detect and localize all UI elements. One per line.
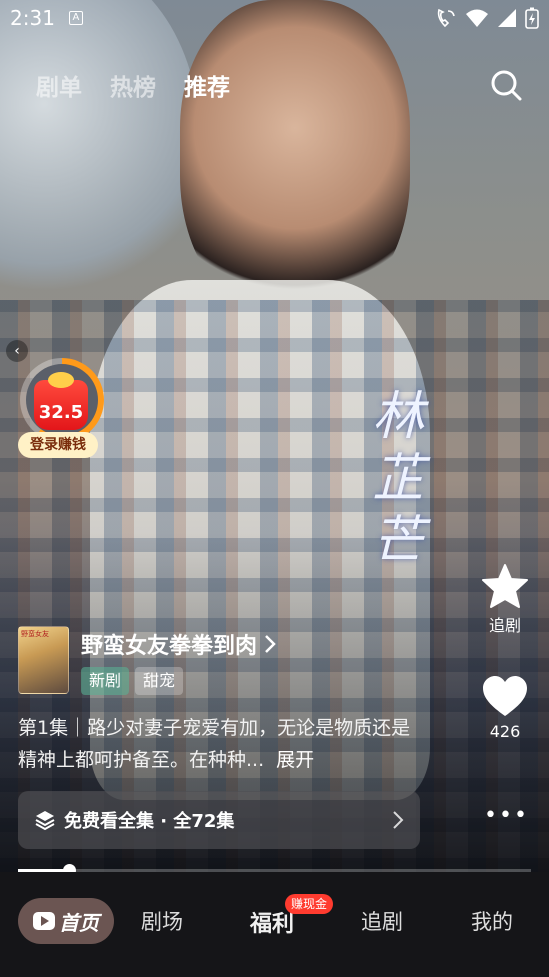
app-notification-icon: A: [68, 11, 83, 25]
watch-all-episodes-button[interactable]: 免费看全集 · 全72集: [18, 791, 420, 849]
signal-icon: [498, 9, 516, 27]
wifi-calling-icon: [437, 8, 455, 28]
nav-home-label: 首页: [59, 910, 99, 935]
drama-title: 野蛮女友拳拳到肉: [81, 634, 258, 659]
search-button[interactable]: [489, 68, 523, 102]
watch-all-episodes-label: 免费看全集 · 全72集: [64, 811, 235, 832]
more-dots-icon: •••: [484, 803, 529, 828]
side-actions: 追剧 426: [474, 560, 536, 741]
tab-playlist[interactable]: 剧单: [36, 68, 82, 102]
search-icon: [491, 70, 522, 101]
video-overlay-text: 林芷芒: [372, 387, 425, 571]
nav-home[interactable]: 首页: [18, 898, 114, 944]
chevron-left-icon: ‹: [14, 343, 20, 359]
drama-description-text: 第1集｜路少对妻子宠爱有加，无论是物质还是精神上都呵护备至。在种种...: [18, 717, 411, 771]
follow-drama-button[interactable]: 追剧: [474, 560, 536, 636]
tag-sweet[interactable]: 甜宠: [135, 667, 184, 695]
tab-recommend[interactable]: 推荐: [184, 68, 230, 102]
star-icon: [482, 564, 528, 608]
nav-follow[interactable]: 追剧: [361, 906, 403, 936]
chevron-right-icon: [265, 635, 276, 653]
video-frame-bubble: [0, 0, 200, 320]
like-count: 426: [489, 722, 521, 741]
nav-theater[interactable]: 剧场: [141, 906, 183, 936]
status-time: 2:31: [10, 6, 55, 30]
more-button[interactable]: •••: [484, 803, 529, 834]
reward-login-label[interactable]: 登录赚钱: [18, 432, 98, 458]
reward-amount: 32.5: [38, 402, 84, 423]
nav-mine[interactable]: 我的: [471, 906, 513, 936]
top-tabs: 剧单 热榜 推荐: [36, 68, 230, 102]
drama-cover[interactable]: 野蛮女友: [18, 626, 69, 694]
tab-hot-list[interactable]: 热榜: [110, 68, 156, 102]
tag-new[interactable]: 新剧: [81, 667, 130, 695]
status-bar: 2:31 A: [0, 0, 549, 36]
chevron-right-icon: [393, 811, 404, 829]
battery-charging-icon: [525, 7, 539, 29]
bottom-nav: 首页 剧场 福利 赚现金 追剧 我的: [0, 872, 549, 977]
coin-icon: [48, 372, 74, 388]
drama-title-link[interactable]: 野蛮女友拳拳到肉: [81, 628, 277, 660]
reward-widget[interactable]: 32.5 登录赚钱: [18, 358, 104, 458]
drama-tags: 新剧 甜宠: [81, 667, 184, 695]
follow-drama-label: 追剧: [488, 616, 521, 635]
like-button[interactable]: 426: [474, 670, 536, 741]
video-frame-head: [180, 0, 410, 320]
layers-icon: [35, 811, 55, 831]
play-icon: [33, 912, 55, 930]
heart-icon: [483, 676, 527, 716]
expand-button[interactable]: 展开: [276, 749, 314, 771]
drama-cover-text: 野蛮女友: [21, 630, 49, 638]
welfare-badge: 赚现金: [285, 894, 334, 914]
wifi-icon: [466, 9, 488, 27]
drama-description: 第1集｜路少对妻子宠爱有加，无论是物质还是精神上都呵护备至。在种种... 展开: [18, 712, 428, 776]
